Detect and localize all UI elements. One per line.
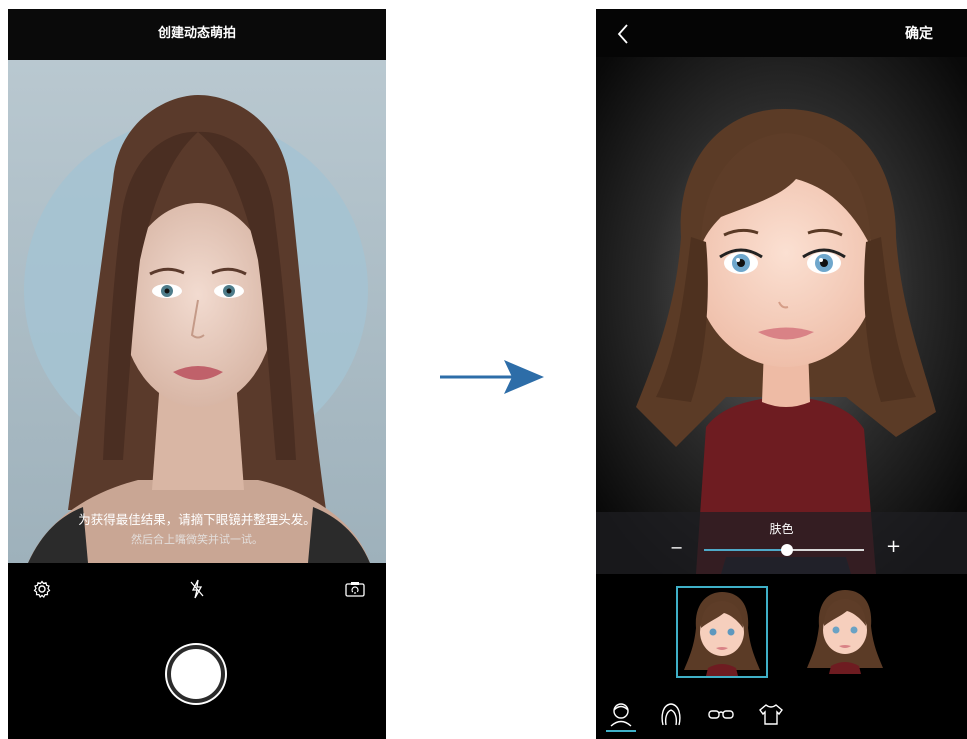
camera-hint-secondary: 然后合上嘴微笑并试一试。 [131,533,263,546]
avatar-3d-model [596,57,967,574]
decrease-button[interactable]: − [670,538,683,557]
camera-header: 创建动态萌拍 [8,9,386,60]
avatar-editor-screen: 确定 肤色 − + [596,9,967,739]
switch-camera-icon[interactable] [345,581,365,601]
camera-viewfinder [8,60,386,563]
camera-screen: 创建动态萌拍 为获得最佳结果，请摘下眼镜并整理头发。 然后合上嘴微笑并试一试。 [8,9,386,739]
camera-hint-primary: 为获得最佳结果，请摘下眼镜并整理头发。 [78,512,316,527]
glasses-tab-icon[interactable] [706,699,736,729]
flash-off-icon[interactable] [189,579,205,603]
avatar-option-1[interactable] [676,586,768,678]
face-preview-image [8,60,386,563]
skin-tone-slider-panel: 肤色 − + [596,512,967,574]
hair-tab-icon[interactable] [656,699,686,729]
tab-selected-indicator [606,730,636,732]
editor-header: 确定 [596,9,967,57]
avatar-thumbnail-image [684,592,760,676]
slider-handle[interactable] [781,544,794,556]
clothes-tab-icon[interactable] [756,699,786,729]
settings-icon[interactable] [33,580,51,602]
avatar-options [596,574,967,689]
shutter-button[interactable] [167,645,225,703]
slider-label: 肤色 [769,522,794,536]
slider-fill [704,549,788,551]
transition-arrow-icon [440,360,544,394]
confirm-button[interactable]: 确定 [905,23,933,43]
back-icon[interactable] [614,21,634,47]
page-title: 创建动态萌拍 [157,26,236,41]
skin-tone-slider[interactable] [704,544,864,556]
avatar-thumbnail-image [807,590,883,674]
avatar-preview [596,57,967,574]
face-tab-icon[interactable] [606,699,636,729]
editor-tabs [596,689,967,739]
avatar-option-2[interactable] [801,586,893,678]
increase-button[interactable]: + [886,536,901,557]
